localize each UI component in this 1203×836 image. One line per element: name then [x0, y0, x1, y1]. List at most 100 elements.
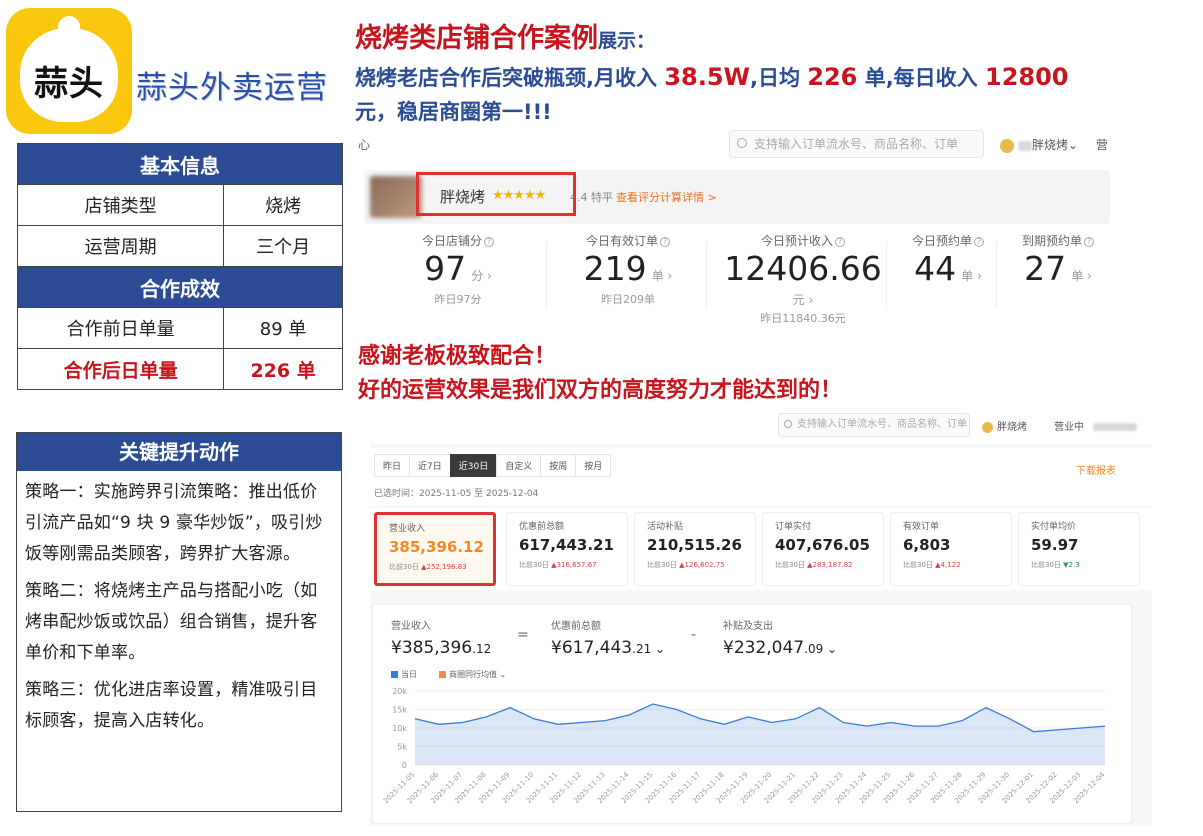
compare-label: 比前30日 [1031, 561, 1061, 569]
help-icon[interactable]: ? [835, 237, 845, 247]
help-icon[interactable]: ? [484, 237, 494, 247]
metric-card[interactable]: 订单实付 407,676.05 比前30日 ▲283,187.82 [762, 512, 884, 586]
legend-current[interactable]: 当日 [391, 669, 417, 680]
logo-text: 蒜头 [34, 64, 104, 104]
order-search-input[interactable]: 支持输入订单流水号、商品名称、订单 [778, 413, 970, 437]
card-compare: 比前30日 ▲4,122 [903, 560, 1011, 570]
metric-3[interactable]: 今日预约单? 44 单 › [898, 232, 998, 291]
rating-score: 4.4 特平 [570, 191, 613, 204]
summary-label: 优惠前总额 [551, 621, 601, 632]
store-dashboard-screenshot: 心 支持输入订单流水号、商品名称、订单 胖烧烤⌄ 营 胖烧烤 ★★★★★ 4.4… [354, 128, 1120, 326]
equals-operator: = [517, 627, 529, 643]
order-search-input[interactable]: 支持输入订单流水号、商品名称、订单 [729, 130, 984, 158]
status-text: 营 [1096, 138, 1109, 152]
summary-gross[interactable]: 优惠前总额 ¥617,443.21 ⌄ [551, 617, 665, 658]
help-icon[interactable]: ? [1084, 237, 1094, 247]
card-value: 59.97 [1031, 536, 1079, 554]
metric-card[interactable]: 实付单均价 59.97 比前30日 ▼2.3 [1018, 512, 1140, 586]
compare-delta: ▲252,196.83 [421, 563, 467, 571]
subtitle-text-a: 烧烤老店合作后突破瓶颈,月收入 [355, 66, 665, 90]
download-report-link[interactable]: 下载报表 [1076, 462, 1116, 477]
metric-card[interactable]: 优惠前总额 617,443.21 比前30日 ▲316,657.67 [506, 512, 628, 586]
info-label: 店铺类型 [16, 184, 225, 226]
metric-card[interactable]: 营业收入 385,396.12 比前30日 ▲252,196.83 [374, 512, 496, 586]
card-value: 617,443.21 [519, 536, 614, 554]
legend-label: 当日 [401, 670, 417, 679]
basic-info-header: 基本信息 [17, 143, 343, 185]
metric-label: 今日预计收入? [718, 232, 888, 249]
metric-label: 今日预约单? [898, 232, 998, 249]
summary-subsidy[interactable]: 补贴及支出 ¥232,047.09 ⌄ [723, 617, 837, 658]
metric-value-row: 12406.66 元 › [718, 249, 888, 308]
summary-value: ¥617,443.21 ⌄ [551, 638, 665, 658]
date-tab[interactable]: 近30日 [449, 454, 498, 477]
strategy-3: 策略三：优化进店率设置，精准吸引目标顾客，提高入店转化。 [25, 680, 318, 731]
legend-swatch [391, 671, 398, 678]
metric-divider [706, 242, 707, 308]
metric-divider [546, 242, 547, 308]
series-area [415, 704, 1105, 765]
business-report-screenshot: 支持输入订单流水号、商品名称、订单 胖烧烤 营业中 昨日 近7日 近30日 自定义 按周… [370, 408, 1152, 826]
currency-symbol: ¥ [723, 638, 734, 658]
date-tab[interactable]: 按周 [540, 454, 577, 477]
user-name: 胖烧烤 [1032, 138, 1069, 152]
metric-0[interactable]: 今日店铺分? 97 分 › 昨日97分 [398, 232, 518, 307]
metric-1[interactable]: 今日有效订单? 219 单 › 昨日209单 [558, 232, 698, 307]
user-menu[interactable]: 胖烧烤 [982, 418, 1027, 433]
metric-value: 12406.66 [724, 249, 882, 288]
card-compare: 比前30日 ▲283,187.82 [775, 560, 883, 570]
rating-detail-link[interactable]: 查看评分计算详情 > [616, 189, 717, 205]
business-status: 营业中 [1054, 422, 1084, 433]
date-tab[interactable]: 按月 [575, 454, 612, 477]
info-value: 三个月 [223, 225, 343, 267]
compare-delta: ▲4,122 [935, 561, 961, 569]
after-label: 合作后日单量 [16, 348, 225, 390]
info-value: 烧烤 [223, 184, 343, 226]
help-icon[interactable]: ? [974, 237, 984, 247]
compare-label: 比前30日 [775, 561, 805, 569]
date-tab[interactable]: 自定义 [496, 454, 542, 477]
summary-amount: 617,443 [561, 638, 633, 658]
date-tab[interactable]: 昨日 [374, 454, 411, 477]
compare-label: 比前30日 [903, 561, 933, 569]
status-menu[interactable]: 营业中 [1054, 418, 1138, 433]
card-label: 营业收入 [389, 524, 426, 534]
title-red: 烧烤类店铺合作案例 [355, 23, 598, 54]
help-icon[interactable]: ? [660, 237, 670, 247]
summary-label: 营业收入 [391, 621, 431, 632]
metric-yesterday: 昨日209单 [601, 293, 655, 306]
brand-name: 蒜头外卖运营 [136, 70, 328, 106]
y-tick-label: 15k [392, 706, 407, 715]
metric-value-row: 44 单 › [898, 249, 998, 289]
subtitle-text-d: 元，稳居商圈第一!!! [355, 100, 552, 124]
after-value: 226 单 [223, 348, 343, 390]
brand-logo: 蒜头 [6, 8, 132, 134]
summary-decimals: .12 [472, 642, 492, 656]
chevron-down-icon: ⌄ [1068, 138, 1079, 152]
y-tick-label: 20k [392, 687, 407, 696]
summary-label: 补贴及支出 [723, 621, 773, 632]
effect-header: 合作成效 [17, 266, 343, 308]
metric-4[interactable]: 到期预约单? 27 单 › [1008, 232, 1108, 291]
metric-unit: 分 › [471, 269, 492, 283]
avatar-icon [982, 421, 993, 433]
daily-orders: 226 [807, 63, 858, 91]
user-menu[interactable]: 胖烧烤⌄ [1000, 136, 1078, 153]
legend-average[interactable]: 商圈同行均值 ⌄ [439, 669, 506, 680]
metric-value: 27 [1024, 249, 1067, 288]
metric-2[interactable]: 今日预计收入? 12406.66 元 › 昨日11840.36元 [718, 232, 888, 326]
card-label: 活动补贴 [647, 522, 684, 532]
basic-info-table: 基本信息 店铺类型 烧烤 运营周期 三个月 合作成效 合作前日单量 89 单 合… [16, 143, 343, 390]
metric-unit: 单 › [1071, 269, 1092, 283]
metric-card[interactable]: 活动补贴 210,515.26 比前30日 ▲126,602.75 [634, 512, 756, 586]
search-icon [784, 420, 792, 428]
subtitle-text-c: 单,每日收入 [857, 66, 985, 90]
search-placeholder: 支持输入订单流水号、商品名称、订单 [797, 419, 967, 430]
compare-delta: ▲316,657.67 [551, 561, 597, 569]
metric-yesterday: 昨日11840.36元 [760, 312, 846, 325]
title-blue: 展示： [598, 30, 656, 52]
before-label: 合作前日单量 [16, 307, 225, 349]
card-compare: 比前30日 ▲126,602.75 [647, 560, 755, 570]
date-tab[interactable]: 近7日 [409, 454, 451, 477]
metric-card[interactable]: 有效订单 6,803 比前30日 ▲4,122 [890, 512, 1012, 586]
